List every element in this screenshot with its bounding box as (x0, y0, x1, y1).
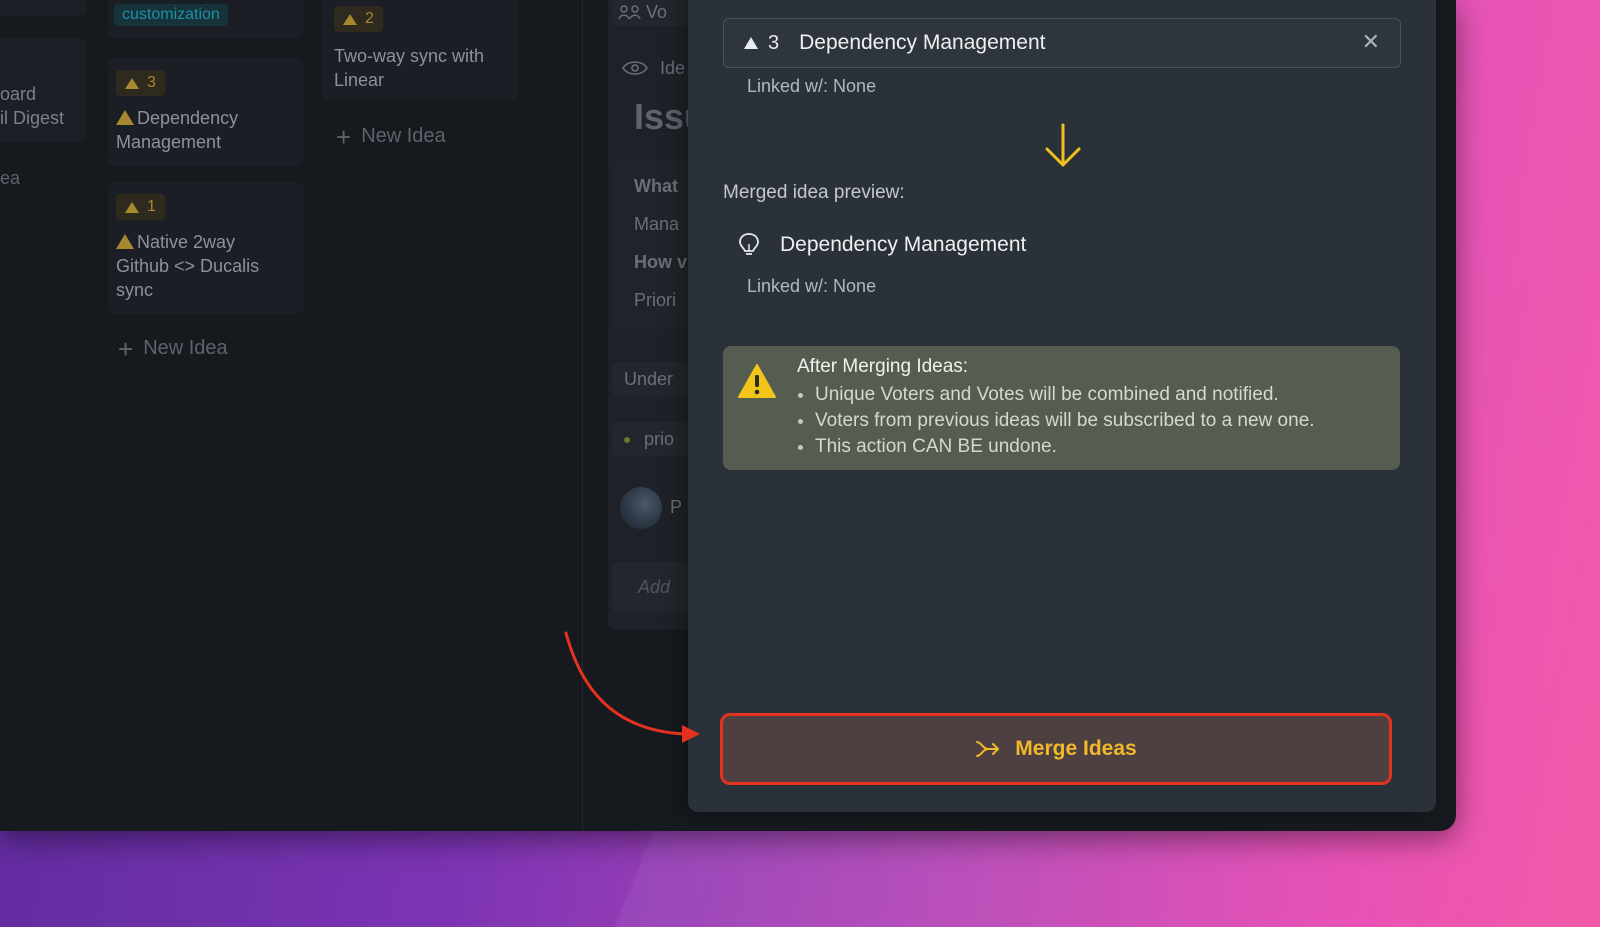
plus-icon: + (118, 333, 134, 364)
column-2-top-card[interactable]: customization (108, 0, 304, 38)
idea-card-title: Dependency Management (116, 108, 239, 152)
merged-idea-title: Dependency Management (780, 233, 1027, 256)
notice-item: Unique Voters and Votes will be combined… (815, 382, 1315, 408)
notice-item: Voters from previous ideas will be subsc… (815, 408, 1315, 434)
source-idea-title: Dependency Management (799, 31, 1046, 54)
warning-icon (116, 110, 134, 125)
triangle-up-icon (125, 77, 139, 89)
vote-count: 1 (147, 198, 156, 215)
vote-badge[interactable]: 3 (116, 70, 165, 96)
warning-icon (116, 234, 134, 249)
author-name: P (670, 497, 683, 517)
plus-icon: + (336, 121, 352, 152)
merge-ideas-modal: 3 Dependency Management ✕ Linked w/: Non… (688, 0, 1436, 812)
source-idea-row: 3 Dependency Management ✕ (723, 18, 1401, 68)
idea-card[interactable]: 1 Native 2way Github <> Ducalis sync (108, 182, 304, 314)
arrow-down-icon (1045, 123, 1081, 167)
left-card-text-2: il Digest (0, 108, 65, 128)
lightbulb-icon (739, 233, 759, 255)
notice-item: This action CAN BE undone. (815, 434, 1315, 460)
vote-count: 2 (365, 10, 374, 27)
warning-icon (738, 364, 776, 398)
triangle-up-icon (343, 13, 357, 25)
close-icon[interactable]: ✕ (1362, 29, 1380, 55)
merge-warning-notice: After Merging Ideas: Unique Voters and V… (723, 346, 1400, 470)
merge-ideas-label: Merge Ideas (1015, 737, 1137, 760)
left-column-new-idea[interactable]: ea (0, 168, 20, 189)
notice-title: After Merging Ideas: (797, 356, 969, 377)
vote-badge[interactable]: 2 (334, 6, 383, 32)
triangle-up-icon (125, 201, 139, 213)
source-linked-label: Linked w/: None (747, 76, 877, 96)
idea-card[interactable]: 2 Two-way sync with Linear (322, 0, 518, 100)
pointer-arrow-icon (564, 631, 700, 743)
left-column-top-card (0, 0, 86, 16)
left-column-card[interactable]: oard il Digest (0, 38, 86, 142)
source-vote-count: 3 (768, 31, 780, 54)
merged-linked-label: Linked w/: None (747, 276, 877, 296)
merge-ideas-button[interactable]: Merge Ideas (720, 713, 1392, 785)
merged-preview-label: Merged idea preview: (723, 182, 905, 203)
new-idea-button[interactable]: + New Idea (336, 121, 446, 152)
triangle-up-icon (744, 37, 758, 49)
notice-list: Unique Voters and Votes will be combined… (795, 382, 1315, 460)
new-idea-button[interactable]: + New Idea (118, 333, 228, 364)
left-card-text-1: oard (0, 84, 37, 104)
ideas-label: Ide (660, 58, 686, 78)
status-dot (624, 437, 630, 443)
idea-card-title: Native 2way Github <> Ducalis sync (116, 232, 260, 300)
idea-card[interactable]: 3 Dependency Management (108, 58, 304, 166)
merge-icon (976, 741, 1000, 757)
idea-card-title: Two-way sync with Linear (334, 46, 485, 90)
avatar[interactable] (620, 487, 662, 529)
customization-tag: customization (114, 4, 228, 26)
people-icon (618, 5, 641, 20)
eye-icon (622, 61, 648, 75)
vote-badge[interactable]: 1 (116, 194, 165, 220)
app-window: oard il Digest ea customization 3 Depend… (0, 0, 1456, 831)
vote-count: 3 (147, 74, 156, 91)
